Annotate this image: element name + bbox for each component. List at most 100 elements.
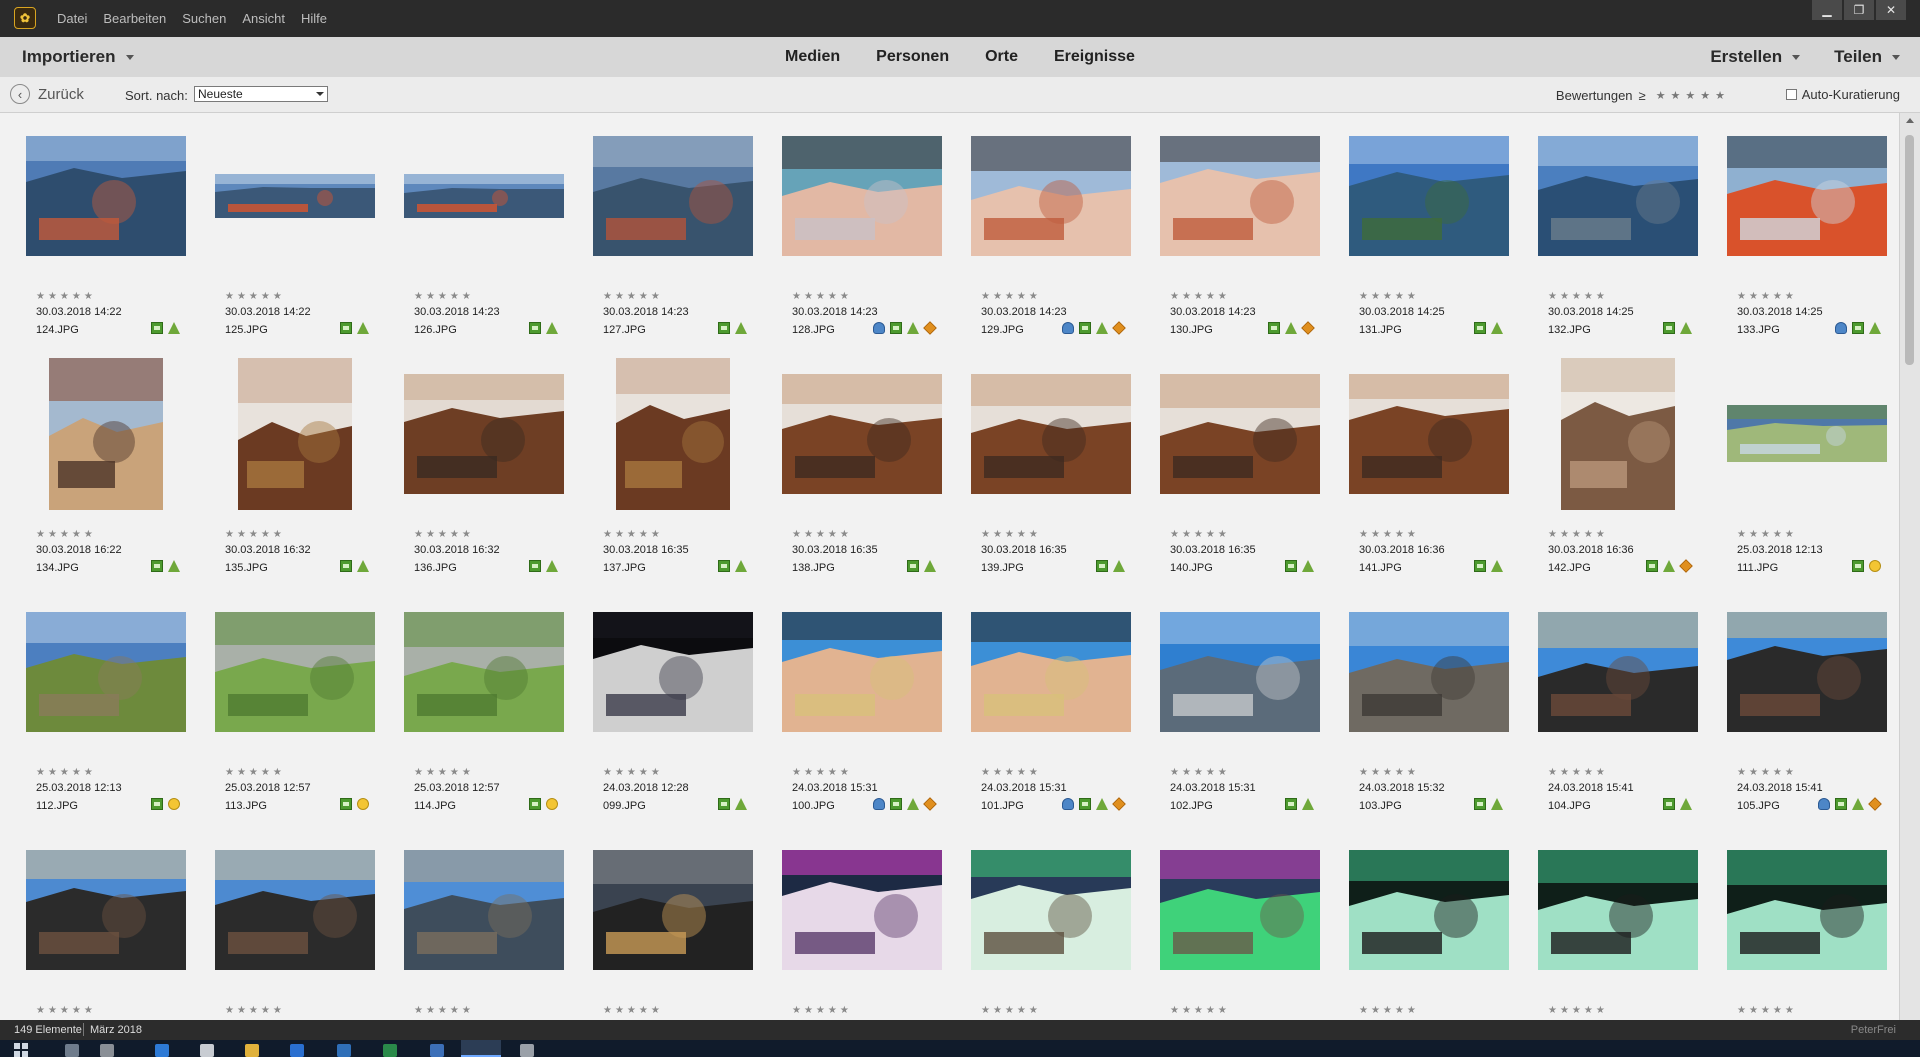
thumbnail-frame[interactable] bbox=[1341, 827, 1516, 992]
place-icon[interactable] bbox=[1852, 798, 1864, 810]
rating-stars[interactable]: ★★★★★ bbox=[981, 1005, 1041, 1016]
rating-stars[interactable]: ★★★★★ bbox=[1170, 1005, 1230, 1016]
rating-stars[interactable]: ★★★★★ bbox=[981, 291, 1041, 302]
person-icon[interactable] bbox=[873, 322, 885, 334]
taskbar-app-icon[interactable] bbox=[430, 1044, 444, 1057]
rating-stars[interactable]: ★★★★★ bbox=[1737, 291, 1797, 302]
rating-stars[interactable]: ★★★★★ bbox=[1359, 767, 1419, 778]
place-icon[interactable] bbox=[907, 322, 919, 334]
thumbnail-frame[interactable] bbox=[18, 827, 193, 992]
media-tile[interactable]: ★★★★★ 30.03.2018 14:23 130.JPG bbox=[1152, 113, 1327, 348]
media-tile[interactable]: ★★★★★ bbox=[1341, 827, 1516, 1020]
place-icon[interactable] bbox=[1491, 322, 1503, 334]
rating-stars[interactable]: ★★★★★ bbox=[1359, 1005, 1419, 1016]
ratings-stars[interactable]: ★★★★★ bbox=[1656, 89, 1730, 102]
taskbar-app-icon[interactable] bbox=[65, 1044, 79, 1057]
album-icon[interactable] bbox=[890, 798, 902, 810]
thumbnail-frame[interactable] bbox=[1152, 827, 1327, 992]
media-tile[interactable]: ★★★★★ 30.03.2018 16:35 140.JPG bbox=[1152, 351, 1327, 586]
smart-tag-icon[interactable] bbox=[546, 798, 558, 810]
thumbnail-frame[interactable] bbox=[18, 351, 193, 516]
taskbar-app-icon[interactable] bbox=[383, 1044, 397, 1057]
media-tile[interactable]: ★★★★★ 30.03.2018 14:23 126.JPG bbox=[396, 113, 571, 348]
tab-orte[interactable]: Orte bbox=[985, 48, 1018, 66]
album-icon[interactable] bbox=[529, 322, 541, 334]
album-icon[interactable] bbox=[529, 560, 541, 572]
menu-item-datei[interactable]: Datei bbox=[57, 11, 87, 26]
place-icon[interactable] bbox=[735, 798, 747, 810]
menu-item-bearbeiten[interactable]: Bearbeiten bbox=[103, 11, 166, 26]
media-tile[interactable]: ★★★★★ 30.03.2018 14:23 127.JPG bbox=[585, 113, 760, 348]
thumbnail-frame[interactable] bbox=[1530, 351, 1705, 516]
taskbar-app-icon[interactable] bbox=[200, 1044, 214, 1057]
maximize-button[interactable]: ❐ bbox=[1844, 0, 1874, 20]
minimize-button[interactable]: ▁ bbox=[1812, 0, 1842, 20]
import-button[interactable]: Importieren bbox=[22, 47, 134, 67]
place-icon[interactable] bbox=[546, 560, 558, 572]
scroll-up-icon[interactable] bbox=[1906, 118, 1914, 123]
thumbnail-frame[interactable] bbox=[1530, 827, 1705, 992]
back-button[interactable]: ‹ Zurück bbox=[10, 84, 84, 104]
rating-stars[interactable]: ★★★★★ bbox=[1548, 1005, 1608, 1016]
rating-stars[interactable]: ★★★★★ bbox=[792, 767, 852, 778]
rating-stars[interactable]: ★★★★★ bbox=[1548, 767, 1608, 778]
menu-item-suchen[interactable]: Suchen bbox=[182, 11, 226, 26]
media-tile[interactable]: ★★★★★ bbox=[774, 827, 949, 1020]
auto-curation-toggle[interactable]: Auto-Kuratierung bbox=[1785, 87, 1900, 102]
place-icon[interactable] bbox=[1302, 798, 1314, 810]
album-icon[interactable] bbox=[151, 798, 163, 810]
album-icon[interactable] bbox=[1646, 560, 1658, 572]
album-icon[interactable] bbox=[1285, 560, 1297, 572]
media-tile[interactable]: ★★★★★ 30.03.2018 16:35 138.JPG bbox=[774, 351, 949, 586]
rating-stars[interactable]: ★★★★★ bbox=[1737, 1005, 1797, 1016]
taskbar-app-icon[interactable] bbox=[155, 1044, 169, 1057]
taskbar-app-icon[interactable] bbox=[520, 1044, 534, 1057]
place-icon[interactable] bbox=[924, 560, 936, 572]
thumbnail-frame[interactable] bbox=[396, 589, 571, 754]
place-icon[interactable] bbox=[357, 560, 369, 572]
place-icon[interactable] bbox=[357, 322, 369, 334]
thumbnail-frame[interactable] bbox=[1719, 827, 1894, 992]
place-icon[interactable] bbox=[1663, 560, 1675, 572]
thumbnail-frame[interactable] bbox=[1719, 351, 1894, 516]
media-tile[interactable]: ★★★★★ 24.03.2018 15:41 105.JPG bbox=[1719, 589, 1894, 824]
media-tile[interactable]: ★★★★★ 30.03.2018 16:32 136.JPG bbox=[396, 351, 571, 586]
place-icon[interactable] bbox=[1869, 322, 1881, 334]
rating-stars[interactable]: ★★★★★ bbox=[36, 1005, 96, 1016]
share-button[interactable]: Teilen bbox=[1834, 47, 1900, 67]
rating-stars[interactable]: ★★★★★ bbox=[414, 529, 474, 540]
media-tile[interactable]: ★★★★★ 24.03.2018 15:31 100.JPG bbox=[774, 589, 949, 824]
rating-stars[interactable]: ★★★★★ bbox=[414, 767, 474, 778]
tab-medien[interactable]: Medien bbox=[785, 48, 840, 66]
person-icon[interactable] bbox=[873, 798, 885, 810]
thumbnail-frame[interactable] bbox=[1152, 113, 1327, 278]
rating-stars[interactable]: ★★★★★ bbox=[414, 291, 474, 302]
windows-start-icon[interactable] bbox=[14, 1043, 28, 1057]
thumbnail-frame[interactable] bbox=[774, 351, 949, 516]
media-tile[interactable]: ★★★★★ 30.03.2018 16:35 139.JPG bbox=[963, 351, 1138, 586]
album-icon[interactable] bbox=[340, 322, 352, 334]
rating-stars[interactable]: ★★★★★ bbox=[1359, 529, 1419, 540]
rating-stars[interactable]: ★★★★★ bbox=[1737, 767, 1797, 778]
media-tile[interactable]: ★★★★★ bbox=[963, 827, 1138, 1020]
media-tile[interactable]: ★★★★★ 30.03.2018 16:32 135.JPG bbox=[207, 351, 382, 586]
event-icon[interactable] bbox=[923, 321, 937, 335]
event-icon[interactable] bbox=[1679, 559, 1693, 573]
person-icon[interactable] bbox=[1835, 322, 1847, 334]
place-icon[interactable] bbox=[168, 560, 180, 572]
thumbnail-frame[interactable] bbox=[774, 113, 949, 278]
create-button[interactable]: Erstellen bbox=[1710, 47, 1801, 67]
media-tile[interactable]: ★★★★★ 30.03.2018 16:36 141.JPG bbox=[1341, 351, 1516, 586]
thumbnail-frame[interactable] bbox=[207, 827, 382, 992]
rating-stars[interactable]: ★★★★★ bbox=[225, 291, 285, 302]
thumbnail-frame[interactable] bbox=[963, 589, 1138, 754]
album-icon[interactable] bbox=[1474, 798, 1486, 810]
thumbnail-frame[interactable] bbox=[207, 589, 382, 754]
thumbnail-frame[interactable] bbox=[207, 113, 382, 278]
place-icon[interactable] bbox=[1491, 798, 1503, 810]
thumbnail-frame[interactable] bbox=[585, 589, 760, 754]
rating-stars[interactable]: ★★★★★ bbox=[981, 767, 1041, 778]
taskbar-app-icon[interactable] bbox=[245, 1044, 259, 1057]
rating-stars[interactable]: ★★★★★ bbox=[981, 529, 1041, 540]
media-tile[interactable]: ★★★★★ 24.03.2018 12:28 099.JPG bbox=[585, 589, 760, 824]
